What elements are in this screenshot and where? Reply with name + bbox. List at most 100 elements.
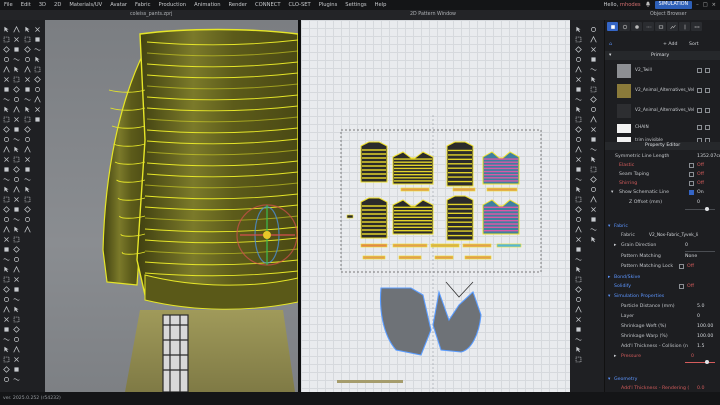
pattern-strip[interactable]	[346, 214, 354, 219]
3d-measure-85-tool[interactable]	[24, 156, 31, 163]
3d-fold-26-tool[interactable]	[3, 286, 10, 293]
3d-fabric-70-tool[interactable]	[13, 366, 20, 373]
2d-select-16-tool[interactable]	[575, 186, 582, 193]
3d-move-1-tool[interactable]	[3, 36, 10, 43]
fabric-remove-icon[interactable]	[705, 108, 710, 113]
pattern-piece[interactable]	[392, 199, 434, 235]
grain-expand-icon[interactable]: ▸	[614, 241, 616, 250]
solidify-checkbox[interactable]	[679, 284, 684, 289]
3d-measure-101-tool[interactable]	[34, 106, 41, 113]
3d-pin-27-tool[interactable]	[3, 296, 10, 303]
pattern-strip[interactable]	[398, 255, 422, 260]
3d-select-56-tool[interactable]	[13, 226, 20, 233]
3d-drape-84-tool[interactable]	[24, 146, 31, 153]
3d-pin-83-tool[interactable]	[24, 136, 31, 143]
2d-select-0-tool[interactable]	[575, 26, 582, 33]
2d-select-24-tool[interactable]	[575, 266, 582, 273]
menu-2d[interactable]: 2D	[50, 0, 65, 10]
3d-sewing-63-tool[interactable]	[13, 296, 20, 303]
3d-sewing-71-tool[interactable]	[13, 376, 20, 383]
3d-sewing-7-tool[interactable]	[3, 96, 10, 103]
3d-move-49-tool[interactable]	[13, 156, 20, 163]
3d-fold-98-tool[interactable]	[34, 76, 41, 83]
geometry-section-header[interactable]: ▾ Geometry	[605, 375, 720, 384]
pattern-piece[interactable]	[360, 141, 388, 183]
fabric-list-item[interactable]: CHAIN	[605, 122, 720, 134]
sim-section-header[interactable]: ▾ Simulation Properties	[605, 292, 720, 301]
sort-button[interactable]: Sort	[689, 40, 699, 49]
3d-move-81-tool[interactable]	[24, 116, 31, 123]
pattern-piece[interactable]	[392, 151, 434, 185]
2d-pin-19-tool[interactable]	[575, 216, 582, 223]
3d-select-24-tool[interactable]	[3, 266, 10, 273]
user-greeting[interactable]: Hello, mhodes	[603, 2, 640, 8]
z-offset-value[interactable]: 0	[697, 198, 700, 207]
2d-move-1-tool[interactable]	[575, 36, 582, 43]
3d-fold-90-tool[interactable]	[24, 206, 31, 213]
3d-drape-76-tool[interactable]	[24, 66, 31, 73]
3d-pin-19-tool[interactable]	[3, 216, 10, 223]
2d-drape-4-tool[interactable]	[575, 66, 582, 73]
pattern-strip[interactable]	[434, 255, 454, 260]
2d-col2-move-14-tool[interactable]	[590, 166, 597, 173]
menu-settings[interactable]: Settings	[341, 0, 370, 10]
2d-col2-select-5-tool[interactable]	[590, 76, 597, 83]
2d-col2-sewing-12-tool[interactable]	[590, 146, 597, 153]
pattern-matching-lock-checkbox[interactable]	[679, 264, 684, 269]
2d-fold-26-tool[interactable]	[575, 286, 582, 293]
3d-select-72-tool[interactable]	[24, 26, 31, 33]
2d-col2-pin-8-tool[interactable]	[590, 106, 597, 113]
2d-col2-fold-7-tool[interactable]	[590, 96, 597, 103]
expand-icon[interactable]: ▾	[611, 188, 613, 197]
3d-move-9-tool[interactable]	[3, 116, 10, 123]
2d-measure-29-tool[interactable]	[575, 316, 582, 323]
3d-select-88-tool[interactable]	[24, 186, 31, 193]
3d-sewing-23-tool[interactable]	[3, 256, 10, 263]
3d-measure-21-tool[interactable]	[3, 236, 10, 243]
2d-pin-27-tool[interactable]	[575, 296, 582, 303]
3d-measure-53-tool[interactable]	[13, 196, 20, 203]
particle-distance-value[interactable]: 5.0	[697, 302, 704, 311]
3d-sewing-39-tool[interactable]	[13, 56, 20, 63]
2d-fold-10-tool[interactable]	[575, 126, 582, 133]
2d-drape-28-tool[interactable]	[575, 306, 582, 313]
3d-fold-66-tool[interactable]	[13, 326, 20, 333]
menu-file[interactable]: File	[0, 0, 17, 10]
2d-col2-sewing-4-tool[interactable]	[590, 66, 597, 73]
menu-help[interactable]: Help	[371, 0, 391, 10]
2d-measure-5-tool[interactable]	[575, 76, 582, 83]
fabric-remove-icon[interactable]	[705, 68, 710, 73]
2d-sewing-23-tool[interactable]	[575, 256, 582, 263]
3d-select-48-tool[interactable]	[13, 146, 20, 153]
2d-col2-measure-10-tool[interactable]	[590, 126, 597, 133]
3d-measure-45-tool[interactable]	[13, 116, 20, 123]
3d-fabric-86-tool[interactable]	[24, 166, 31, 173]
3d-pin-11-tool[interactable]	[3, 136, 10, 143]
3d-move-89-tool[interactable]	[24, 196, 31, 203]
3d-select-32-tool[interactable]	[3, 346, 10, 353]
3d-sewing-55-tool[interactable]	[13, 216, 20, 223]
3d-pin-91-tool[interactable]	[24, 216, 31, 223]
fabric-section-header[interactable]: ▾ Fabric	[605, 222, 720, 231]
pattern-strip[interactable]	[430, 243, 460, 248]
2d-col2-drape-1-tool[interactable]	[590, 36, 597, 43]
3d-fabric-62-tool[interactable]	[13, 286, 20, 293]
menu-materials-uv[interactable]: Materials/UV	[65, 0, 106, 10]
shrinkage-weft-value[interactable]: 100.00	[697, 322, 713, 331]
2d-col2-drape-9-tool[interactable]	[590, 116, 597, 123]
pattern-piece[interactable]	[446, 141, 474, 187]
3d-fabric-94-tool[interactable]	[34, 36, 41, 43]
pattern-matching-dropdown[interactable]: None	[685, 252, 697, 261]
2d-drape-20-tool[interactable]	[575, 226, 582, 233]
2d-move-9-tool[interactable]	[575, 116, 582, 123]
elastic-checkbox[interactable]	[689, 163, 694, 168]
tab-trim[interactable]	[655, 22, 666, 31]
tab-more[interactable]	[691, 22, 702, 31]
3d-pin-51-tool[interactable]	[13, 176, 20, 183]
2d-col2-fabric-11-tool[interactable]	[590, 136, 597, 143]
3d-select-0-tool[interactable]	[3, 26, 10, 33]
menu-avatar[interactable]: Avatar	[106, 0, 131, 10]
3d-select-40-tool[interactable]	[13, 66, 20, 73]
3d-fabric-14-tool[interactable]	[3, 166, 10, 173]
3d-fold-58-tool[interactable]	[13, 246, 20, 253]
